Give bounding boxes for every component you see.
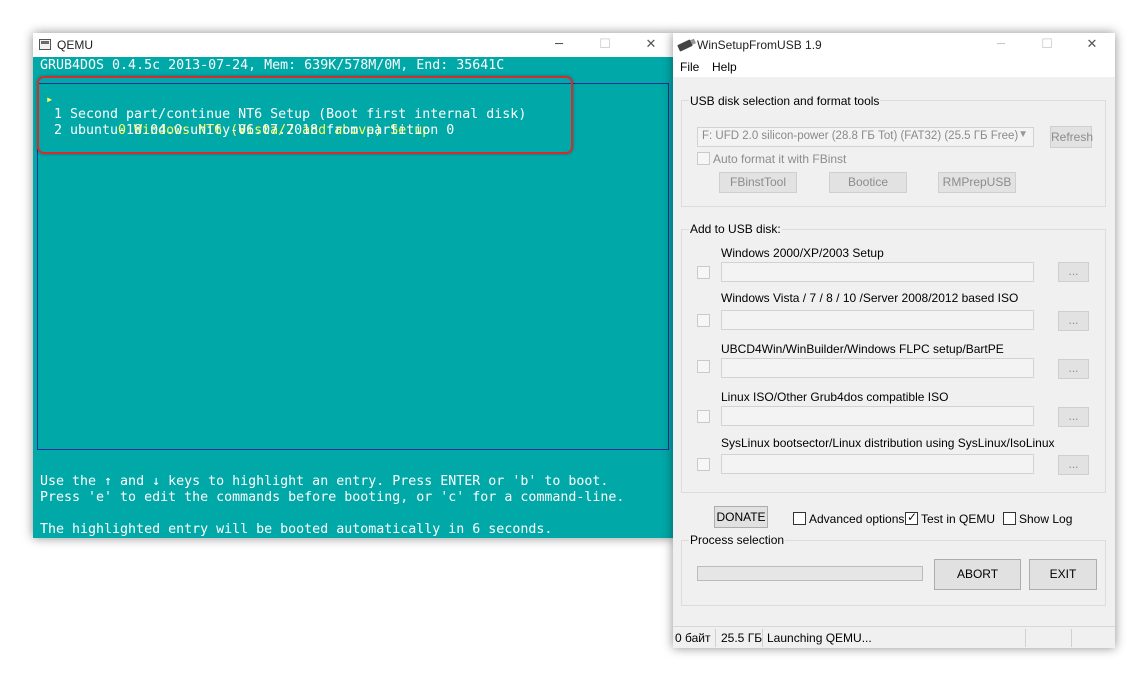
grub-header: GRUB4DOS 0.4.5c 2013-07-24, Mem: 639K/57… [40, 58, 505, 73]
bootice-button[interactable]: Bootice [829, 172, 907, 193]
abort-button[interactable]: ABORT [934, 559, 1021, 590]
advanced-options-label: Advanced options [809, 512, 905, 526]
minimize-button[interactable]: ─ [536, 33, 582, 57]
status-divider [715, 629, 716, 647]
status-divider [1071, 629, 1072, 647]
advanced-options-checkbox[interactable] [793, 512, 806, 525]
browse-button[interactable]: ... [1058, 455, 1089, 475]
source-path-field[interactable] [721, 406, 1034, 426]
status-divider [762, 629, 763, 647]
source-checkbox[interactable] [697, 360, 710, 373]
source-checkbox[interactable] [697, 410, 710, 423]
show-log-label: Show Log [1019, 512, 1073, 526]
source-checkbox[interactable] [697, 314, 710, 327]
process-group-label: Process selection [689, 533, 786, 547]
status-free-space: 0 байт [675, 631, 711, 645]
wsfu-window-title: WinSetupFromUSB 1.9 [697, 38, 822, 52]
chevron-down-icon: ▼ [1018, 129, 1028, 140]
source-label: Linux ISO/Other Grub4dos compatible ISO [721, 390, 949, 404]
add-to-usb-group-label: Add to USB disk: [689, 222, 782, 236]
winsetupfromusb-window: WinSetupFromUSB 1.9 ─ ☐ ✕ File Help USB … [673, 33, 1115, 648]
browse-button[interactable]: ... [1058, 311, 1089, 331]
exit-button[interactable]: EXIT [1029, 559, 1097, 590]
qemu-titlebar[interactable]: QEMU ─ ☐ ✕ [33, 33, 674, 57]
auto-format-checkbox[interactable] [697, 152, 710, 165]
test-in-qemu-checkbox[interactable] [905, 510, 918, 525]
source-checkbox[interactable] [697, 266, 710, 279]
source-path-field[interactable] [721, 310, 1034, 330]
help-text-line: Press 'e' to edit the commands before bo… [40, 490, 625, 505]
browse-button[interactable]: ... [1058, 359, 1089, 379]
maximize-button: ☐ [599, 37, 611, 52]
status-bar: 0 байт 25.5 ГБ Launching QEMU... [673, 626, 1115, 648]
menu-bar: File Help [673, 57, 1115, 77]
progress-bar [697, 566, 923, 581]
source-path-field[interactable] [721, 358, 1034, 378]
status-divider [1025, 629, 1026, 647]
source-path-field[interactable] [721, 454, 1034, 474]
show-log-checkbox[interactable] [1003, 512, 1016, 525]
source-label: Windows 2000/XP/2003 Setup [721, 246, 884, 260]
wsfu-titlebar[interactable]: WinSetupFromUSB 1.9 ─ ☐ ✕ [673, 33, 1115, 57]
usb-drive-icon [677, 39, 693, 52]
menu-help[interactable]: Help [712, 60, 737, 74]
source-path-field[interactable] [721, 262, 1034, 282]
auto-format-label: Auto format it with FBinst [713, 152, 847, 166]
menu-file[interactable]: File [680, 60, 699, 74]
usb-disk-group-label: USB disk selection and format tools [689, 94, 881, 108]
close-button[interactable]: ✕ [1069, 33, 1115, 57]
help-text-line: Use the ↑ and ↓ keys to highlight an ent… [40, 474, 609, 489]
browse-button[interactable]: ... [1058, 407, 1089, 427]
rmprepusb-button[interactable]: RMPrepUSB [938, 172, 1016, 193]
grub4dos-console[interactable]: GRUB4DOS 0.4.5c 2013-07-24, Mem: 639K/57… [33, 57, 674, 538]
countdown-text: The highlighted entry will be booted aut… [40, 522, 553, 537]
fbinsttool-button[interactable]: FBinstTool [719, 172, 797, 193]
minimize-button: ─ [997, 37, 1005, 52]
donate-button[interactable]: DONATE [714, 506, 768, 528]
usb-disk-dropdown[interactable]: F: UFD 2.0 silicon-power (28.8 ГБ Tot) (… [697, 127, 1034, 147]
close-button[interactable]: ✕ [628, 33, 674, 57]
source-checkbox[interactable] [697, 458, 710, 471]
source-label: UBCD4Win/WinBuilder/Windows FLPC setup/B… [721, 342, 1004, 356]
maximize-button: ☐ [1041, 37, 1053, 52]
source-label: Windows Vista / 7 / 8 / 10 /Server 2008/… [721, 291, 1019, 305]
status-message: Launching QEMU... [767, 631, 872, 645]
refresh-button[interactable]: Refresh [1050, 126, 1093, 148]
test-in-qemu-label: Test in QEMU [921, 512, 996, 526]
browse-button[interactable]: ... [1058, 262, 1089, 282]
source-label: SysLinux bootsector/Linux distribution u… [721, 436, 1055, 450]
qemu-window-title: QEMU [57, 38, 93, 52]
highlight-callout [37, 76, 573, 154]
status-disk-size: 25.5 ГБ [721, 631, 763, 645]
qemu-window: QEMU ─ ☐ ✕ GRUB4DOS 0.4.5c 2013-07-24, M… [33, 33, 674, 538]
qemu-app-icon [39, 39, 51, 50]
